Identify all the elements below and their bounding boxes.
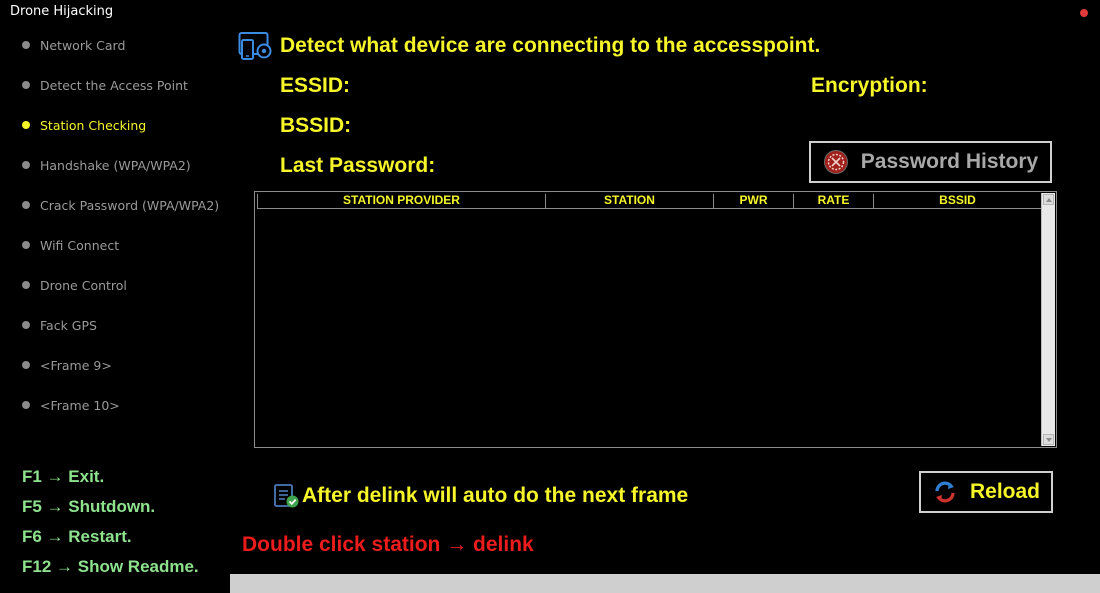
delink-hint: Double click station → delink <box>242 533 534 556</box>
essid-label: ESSID: <box>280 74 351 97</box>
sidebar-item-fack-gps[interactable]: Fack GPS <box>22 305 97 345</box>
app-title: Drone Hijacking <box>10 4 114 19</box>
shortcut-exit: F1 → Exit. <box>22 467 105 486</box>
sidebar-item-label: Wifi Connect <box>40 237 120 253</box>
sidebar-item-wifi-connect[interactable]: Wifi Connect <box>22 225 119 265</box>
sidebar-item-label: Drone Control <box>40 277 127 293</box>
reload-label: Reload <box>969 480 1040 503</box>
sidebar-item-network-card[interactable]: Network Card <box>22 25 125 65</box>
sidebar-item-label: Crack Password (WPA/WPA2) <box>40 197 220 213</box>
station-table[interactable]: STATION PROVIDER STATION PWR RATE BSSID <box>254 191 1057 448</box>
bullet-icon <box>22 81 30 89</box>
bullet-icon <box>22 161 30 169</box>
bullet-icon <box>22 281 30 289</box>
sidebar-item-label: Fack GPS <box>40 317 97 333</box>
sidebar-item-label: Station Checking <box>40 117 147 133</box>
password-history-button[interactable]: Password History <box>809 141 1052 183</box>
sidebar-item-drone-control[interactable]: Drone Control <box>22 265 127 305</box>
bullet-icon <box>22 201 30 209</box>
encryption-label: Encryption: <box>811 74 928 97</box>
sidebar-item-crack-password[interactable]: Crack Password (WPA/WPA2) <box>22 185 219 225</box>
sidebar-item-label: <Frame 9> <box>40 357 112 373</box>
column-header-bssid[interactable]: BSSID <box>874 194 1042 209</box>
column-header-station[interactable]: STATION <box>546 194 714 209</box>
sidebar-item-label: Handshake (WPA/WPA2) <box>40 157 191 173</box>
bullet-icon <box>22 41 30 49</box>
bssid-label: BSSID: <box>280 114 352 137</box>
column-header-station-provider[interactable]: STATION PROVIDER <box>257 194 546 209</box>
page-heading: Detect what device are connecting to the… <box>280 34 821 57</box>
close-dot-icon[interactable] <box>1080 9 1088 17</box>
sidebar-item-frame-9[interactable]: <Frame 9> <box>22 345 112 385</box>
status-bar <box>230 574 1100 593</box>
password-history-label: Password History <box>860 150 1039 173</box>
shortcut-list: F1 → Exit. F5 → Shutdown. F6 → Restart. … <box>22 465 199 585</box>
scroll-up-icon[interactable] <box>1043 194 1054 205</box>
reload-button[interactable]: Reload <box>919 471 1053 513</box>
sidebar-item-station-checking[interactable]: Station Checking <box>22 105 146 145</box>
table-header: STATION PROVIDER STATION PWR RATE BSSID <box>257 194 1042 209</box>
sidebar-item-label: <Frame 10> <box>40 397 120 413</box>
sidebar-item-handshake[interactable]: Handshake (WPA/WPA2) <box>22 145 191 185</box>
table-scrollbar[interactable] <box>1041 193 1055 446</box>
checklist-icon <box>274 484 299 508</box>
last-password-label: Last Password: <box>280 154 436 177</box>
bullet-icon <box>22 321 30 329</box>
shortcut-shutdown: F5 → Shutdown. <box>22 497 156 516</box>
bullet-icon <box>22 241 30 249</box>
bullet-icon <box>22 361 30 369</box>
bullet-icon <box>22 121 30 129</box>
sidebar-item-label: Detect the Access Point <box>40 77 188 93</box>
device-settings-icon <box>238 32 272 60</box>
shortcut-readme: F12 → Show Readme. <box>22 557 199 576</box>
column-header-pwr[interactable]: PWR <box>714 194 794 209</box>
bullet-icon <box>22 401 30 409</box>
refresh-icon <box>932 479 958 505</box>
auto-next-note: After delink will auto do the next frame <box>273 483 688 509</box>
shortcut-restart: F6 → Restart. <box>22 527 132 546</box>
auto-next-note-label: After delink will auto do the next frame <box>302 484 689 507</box>
sidebar-item-frame-10[interactable]: <Frame 10> <box>22 385 120 425</box>
history-icon <box>823 149 849 175</box>
scroll-down-icon[interactable] <box>1043 434 1054 445</box>
sidebar-item-label: Network Card <box>40 37 126 53</box>
sidebar-item-detect-access-point[interactable]: Detect the Access Point <box>22 65 188 105</box>
column-header-rate[interactable]: RATE <box>794 194 874 209</box>
